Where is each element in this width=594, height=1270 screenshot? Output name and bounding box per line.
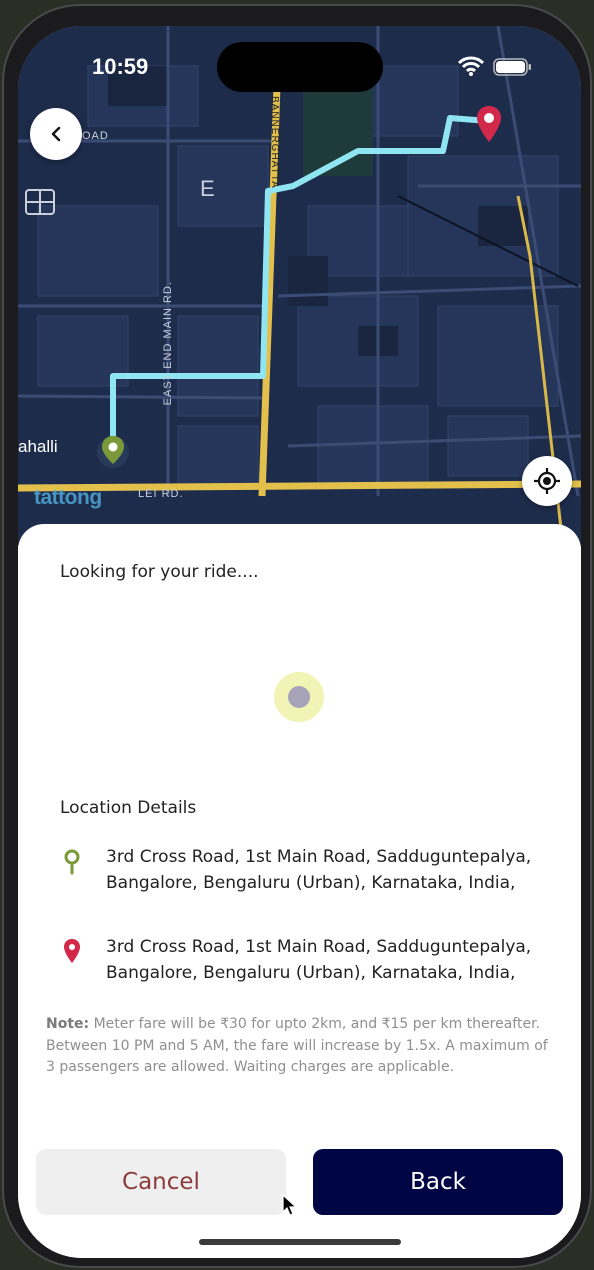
fare-note-text: Meter fare will be ₹30 for upto 2km, and… — [46, 1016, 548, 1075]
pickup-marker-icon[interactable] — [96, 432, 130, 476]
map-area-label: ahalli — [18, 437, 58, 456]
phone-frame: H ROAD E EAST END MAIN RD. BANNERGHATTA … — [2, 4, 592, 1268]
phone-screen: H ROAD E EAST END MAIN RD. BANNERGHATTA … — [18, 26, 581, 1258]
battery-icon — [493, 58, 531, 76]
pickup-location-row: 3rd Cross Road, 1st Main Road, Saddugunt… — [60, 844, 560, 896]
crosshair-icon — [534, 468, 560, 494]
searching-pulse-inner — [288, 686, 310, 708]
chevron-left-icon — [51, 126, 61, 142]
search-status-text: Looking for your ride.... — [60, 562, 259, 582]
my-location-button[interactable] — [522, 456, 572, 506]
home-indicator[interactable] — [199, 1239, 401, 1245]
status-time: 10:59 — [92, 54, 149, 79]
pickup-address: 3rd Cross Road, 1st Main Road, Saddugunt… — [106, 847, 532, 893]
map-road-label-bottom: LEI RD. — [138, 488, 184, 500]
fare-note: Note: Meter fare will be ₹30 for upto 2k… — [46, 1014, 554, 1079]
drop-marker-icon[interactable] — [474, 104, 504, 144]
status-bar: 10:59 — [18, 26, 581, 96]
drop-location-row: 3rd Cross Road, 1st Main Road, Saddugunt… — [60, 934, 560, 986]
drop-address: 3rd Cross Road, 1st Main Road, Saddugunt… — [106, 937, 532, 983]
cancel-button[interactable]: Cancel — [36, 1149, 286, 1215]
map-back-button[interactable] — [30, 108, 82, 160]
map-brand-logo: tattong — [34, 486, 102, 509]
dynamic-island — [217, 42, 383, 92]
map-road-label-vertical: EAST END MAIN RD. — [162, 281, 174, 406]
location-details-title: Location Details — [60, 798, 197, 818]
fare-note-label: Note: — [46, 1016, 90, 1032]
map-road-label-vertical-right: BANNERGHATTA — [269, 96, 280, 189]
back-button[interactable]: Back — [313, 1149, 563, 1215]
map-view[interactable]: H ROAD E EAST END MAIN RD. BANNERGHATTA … — [18, 26, 581, 546]
pickup-pin-icon — [64, 849, 80, 875]
ride-bottom-sheet: Looking for your ride.... Location Detai… — [18, 524, 581, 1258]
mouse-cursor-icon — [282, 1194, 298, 1216]
drop-pin-icon — [64, 939, 80, 963]
map-block-label: E — [200, 176, 216, 201]
wifi-icon — [458, 56, 484, 76]
